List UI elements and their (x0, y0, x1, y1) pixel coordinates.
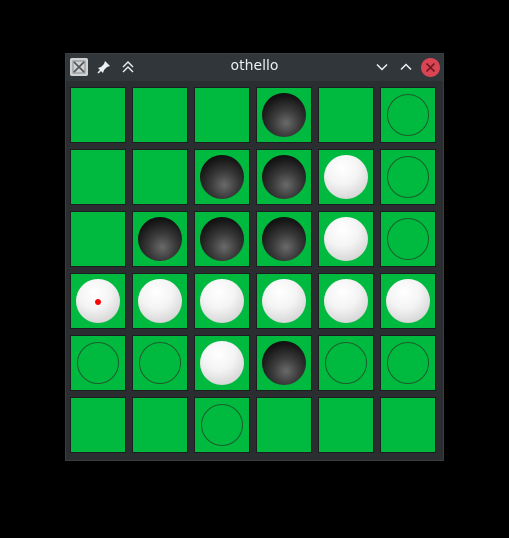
othello-window: othello (65, 53, 444, 461)
board-cell-r3-c0[interactable] (70, 273, 126, 329)
legal-move-hint (325, 342, 367, 384)
board-cell-r1-c4[interactable] (318, 149, 374, 205)
legal-move-hint (387, 342, 429, 384)
board-cell-r5-c3[interactable] (256, 397, 312, 453)
board-cell-r5-c4[interactable] (318, 397, 374, 453)
white-disc (200, 341, 244, 385)
board-cell-r5-c0[interactable] (70, 397, 126, 453)
board-cell-r0-c2[interactable] (194, 87, 250, 143)
black-disc (200, 217, 244, 261)
white-disc (324, 217, 368, 261)
board-cell-r4-c5[interactable] (380, 335, 436, 391)
last-move-marker (95, 299, 101, 305)
pin-icon[interactable] (94, 57, 114, 77)
board-cell-r2-c2[interactable] (194, 211, 250, 267)
board-cell-r2-c1[interactable] (132, 211, 188, 267)
black-disc (200, 155, 244, 199)
board-cell-r4-c1[interactable] (132, 335, 188, 391)
legal-move-hint (77, 342, 119, 384)
board-cell-r0-c4[interactable] (318, 87, 374, 143)
board-cell-r1-c2[interactable] (194, 149, 250, 205)
board-cell-r1-c1[interactable] (132, 149, 188, 205)
legal-move-hint (139, 342, 181, 384)
board-cell-r5-c5[interactable] (380, 397, 436, 453)
board-cell-r3-c1[interactable] (132, 273, 188, 329)
board-cell-r1-c3[interactable] (256, 149, 312, 205)
othello-app-icon[interactable] (70, 58, 88, 76)
title-bar[interactable]: othello (66, 54, 443, 81)
white-disc (262, 279, 306, 323)
board-cell-r4-c4[interactable] (318, 335, 374, 391)
legal-move-hint (387, 156, 429, 198)
board-cell-r2-c4[interactable] (318, 211, 374, 267)
board-cell-r2-c5[interactable] (380, 211, 436, 267)
black-disc (262, 93, 306, 137)
board-cell-r4-c0[interactable] (70, 335, 126, 391)
board-cell-r0-c3[interactable] (256, 87, 312, 143)
board-cell-r5-c1[interactable] (132, 397, 188, 453)
white-disc (138, 279, 182, 323)
chevron-down-icon[interactable] (372, 57, 392, 77)
board-cell-r4-c2[interactable] (194, 335, 250, 391)
legal-move-hint (201, 404, 243, 446)
black-disc (262, 155, 306, 199)
legal-move-hint (387, 218, 429, 260)
board-cell-r1-c0[interactable] (70, 149, 126, 205)
board-cell-r5-c2[interactable] (194, 397, 250, 453)
board-cell-r0-c5[interactable] (380, 87, 436, 143)
board-cell-r2-c3[interactable] (256, 211, 312, 267)
board-cell-r1-c5[interactable] (380, 149, 436, 205)
board-cell-r3-c2[interactable] (194, 273, 250, 329)
black-disc (262, 341, 306, 385)
legal-move-hint (387, 94, 429, 136)
white-disc (324, 279, 368, 323)
board-cell-r0-c0[interactable] (70, 87, 126, 143)
black-disc (138, 217, 182, 261)
game-board (68, 85, 441, 458)
black-disc (262, 217, 306, 261)
white-disc (76, 279, 120, 323)
board-cell-r3-c5[interactable] (380, 273, 436, 329)
board-cell-r2-c0[interactable] (70, 211, 126, 267)
white-disc (386, 279, 430, 323)
board-cell-r3-c4[interactable] (318, 273, 374, 329)
board-cell-r4-c3[interactable] (256, 335, 312, 391)
white-disc (324, 155, 368, 199)
board-cell-r3-c3[interactable] (256, 273, 312, 329)
close-icon[interactable] (421, 58, 440, 77)
white-disc (200, 279, 244, 323)
board-cell-r0-c1[interactable] (132, 87, 188, 143)
chevron-up-icon[interactable] (396, 57, 416, 77)
keep-above-icon[interactable] (118, 57, 138, 77)
